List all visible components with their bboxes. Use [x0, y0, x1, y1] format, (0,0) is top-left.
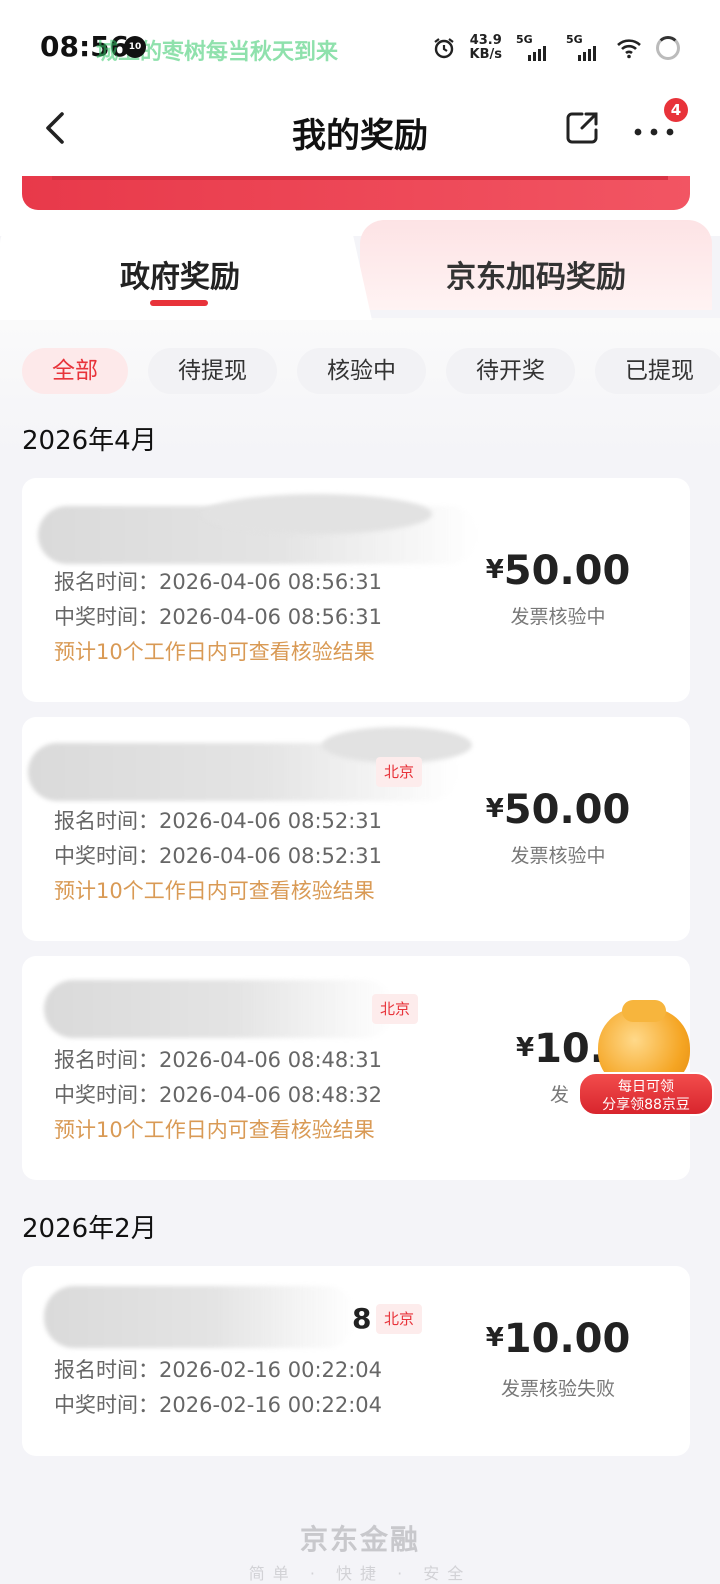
filter-chips: 全部 待提现 核验中 待开奖 已提现 [22, 348, 720, 394]
signal-label-2: 5G [566, 33, 583, 46]
filter-withdrawn[interactable]: 已提现 [595, 348, 720, 394]
reward-amount: ¥50.00 [458, 548, 658, 594]
reward-amount: ¥10.00 [458, 1316, 658, 1362]
footer-brand: 京东金融 [299, 1523, 420, 1556]
notification-count-icon: 10 [124, 36, 146, 58]
filter-pending-withdraw[interactable]: 待提现 [148, 348, 277, 394]
signal-label: 5G [516, 33, 533, 46]
currency-symbol: ¥ [516, 1033, 535, 1063]
signal-5g-icon: 5G [516, 33, 552, 61]
reward-amount: ¥50.00 [458, 787, 658, 833]
lucky-bag-knot [622, 1000, 666, 1022]
currency-symbol: ¥ [485, 555, 504, 585]
redacted-order-id [44, 980, 394, 1038]
page-title: 我的奖励 [292, 116, 428, 156]
currency-symbol: ¥ [485, 1323, 504, 1353]
win-time: 中奖时间：2026-04-06 08:56:31 [54, 605, 383, 629]
amount-value: 50.00 [503, 548, 631, 594]
amount-value: 50.00 [503, 787, 631, 833]
verify-note: 预计10个工作日内可查看核验结果 [54, 879, 375, 903]
network-speed: 43.9 KB/s [470, 34, 502, 62]
month-header: 2026年2月 [22, 1214, 157, 1244]
location-tag: 北京 [372, 994, 419, 1024]
order-id-suffix: 8 [352, 1302, 372, 1335]
signal-5g-icon-2: 5G [566, 33, 602, 61]
signup-time: 报名时间：2026-04-06 08:52:31 [54, 809, 383, 833]
reward-status: 发票核验中 [510, 845, 606, 867]
wifi-icon [617, 39, 641, 59]
tab-active-indicator [150, 300, 208, 306]
network-speed-unit: KB/s [469, 47, 502, 62]
status-bar: 08:56 城上的枣树每当秋天到来 10 43.9 KB/s 5G 5G [0, 0, 720, 90]
alarm-icon [433, 38, 454, 59]
nav-header: 我的奖励 [0, 90, 720, 176]
filter-all[interactable]: 全部 [22, 348, 128, 394]
network-speed-value: 43.9 [469, 33, 502, 48]
filter-verifying[interactable]: 核验中 [297, 348, 426, 394]
tab-jd-label[interactable]: 京东加码奖励 [360, 252, 712, 296]
promo-label: 每日可领 分享领88京豆 [578, 1072, 714, 1116]
signup-time: 报名时间：2026-04-06 08:56:31 [54, 570, 383, 594]
win-time: 中奖时间：2026-04-06 08:52:31 [54, 844, 383, 868]
tab-gov-label[interactable]: 政府奖励 [0, 252, 360, 296]
signup-time: 报名时间：2026-02-16 00:22:04 [54, 1358, 383, 1382]
amount-value: 10.00 [503, 1316, 631, 1362]
promo-line1: 每日可领 [618, 1079, 674, 1095]
promo-line2: 分享领88京豆 [602, 1097, 690, 1113]
banner-edge [52, 176, 668, 180]
verify-note: 预计10个工作日内可查看核验结果 [54, 1118, 375, 1142]
signup-time: 报名时间：2026-04-06 08:48:31 [54, 1048, 383, 1072]
reward-status: 发票核验中 [510, 606, 606, 628]
share-icon[interactable] [562, 108, 602, 148]
location-tag: 北京 [376, 757, 423, 787]
floating-promo[interactable]: 每日可领 分享领88京豆 [578, 1000, 714, 1118]
win-time: 中奖时间：2026-02-16 00:22:04 [54, 1393, 383, 1417]
verify-note: 预计10个工作日内可查看核验结果 [54, 640, 375, 664]
promo-banner[interactable] [22, 176, 690, 210]
reward-card[interactable]: 报名时间：2026-04-06 08:56:31 中奖时间：2026-04-06… [22, 478, 690, 702]
filter-pending-draw[interactable]: 待开奖 [446, 348, 575, 394]
reward-card[interactable]: 北京 报名时间：2026-04-06 08:52:31 中奖时间：2026-04… [22, 717, 690, 941]
win-time: 中奖时间：2026-04-06 08:48:32 [54, 1083, 383, 1107]
redaction-blur [202, 494, 432, 534]
footer-tagline: 简单 · 快捷 · 安全 [248, 1564, 472, 1583]
location-tag: 北京 [376, 1304, 423, 1334]
battery-ring-icon [656, 36, 680, 60]
month-header: 2026年4月 [22, 426, 157, 456]
more-badge: 4 [664, 98, 688, 122]
reward-status: 发票核验失败 [500, 1378, 615, 1400]
reward-card[interactable]: 8 北京 报名时间：2026-02-16 00:22:04 中奖时间：2026-… [22, 1266, 690, 1456]
currency-symbol: ¥ [485, 794, 504, 824]
redacted-order-id [44, 1286, 356, 1348]
